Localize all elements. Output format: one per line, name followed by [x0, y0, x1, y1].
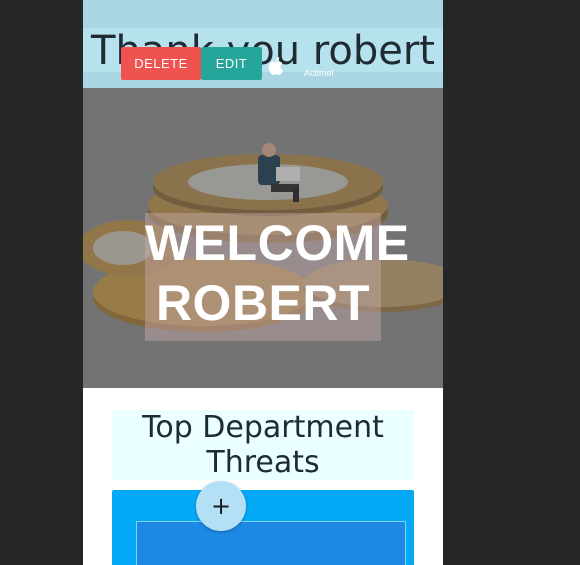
- welcome-label: WELCOME ROBERT: [145, 213, 410, 341]
- delete-button[interactable]: DELETE: [121, 47, 201, 80]
- item-name: Actimel: [304, 68, 334, 78]
- edit-button[interactable]: EDIT: [201, 47, 262, 80]
- apple-icon: [268, 57, 283, 75]
- section-header: Top Department Threats: [112, 410, 414, 480]
- section-title: Top Department Threats: [142, 410, 384, 480]
- app-screen: Thank you robert WELCOME ROBERT Top Depa…: [83, 0, 443, 565]
- add-button[interactable]: +: [196, 481, 246, 531]
- hero-image: WELCOME ROBERT: [83, 88, 443, 388]
- welcome-line: WELCOME: [145, 215, 410, 271]
- user-name-line: ROBERT: [155, 275, 371, 331]
- threat-list-item: [136, 521, 406, 565]
- threat-card: [112, 490, 414, 565]
- banner-band-top: [83, 0, 443, 28]
